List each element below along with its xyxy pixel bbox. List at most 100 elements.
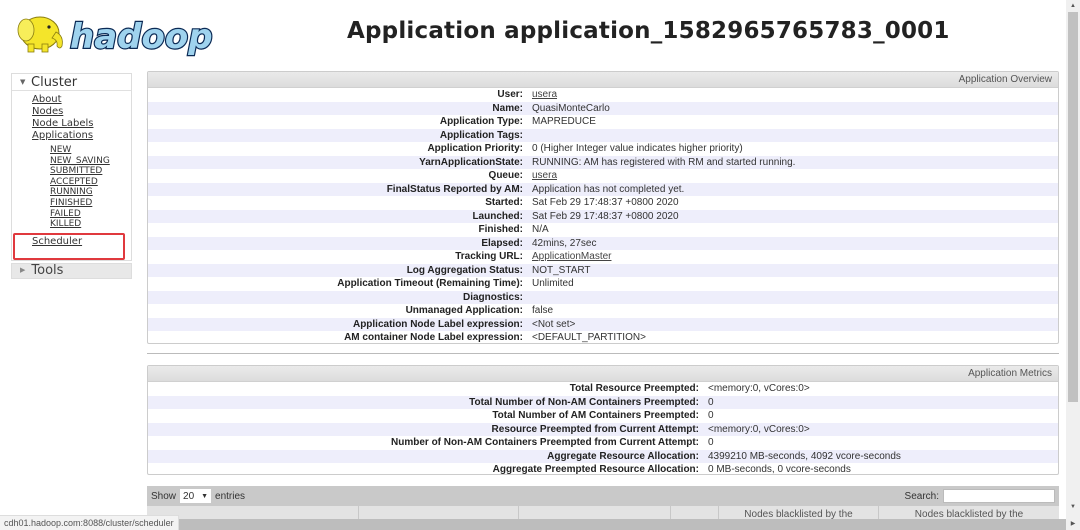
application-overview-panel: Application Overview User: usera Name: Quas… xyxy=(147,71,1059,344)
dropdown-arrow-icon: ▼ xyxy=(201,492,209,500)
info-value: Application has not completed yet. xyxy=(532,183,685,195)
info-value: NOT_START xyxy=(532,264,591,276)
page-header: hadoop Application application_158296576… xyxy=(0,0,1066,68)
sidebar: ▼ Cluster About Nodes Node Labels Applic… xyxy=(11,73,132,279)
info-key: Name: xyxy=(492,102,523,114)
info-value: <memory:0, vCores:0> xyxy=(708,423,810,435)
table-header-cell[interactable] xyxy=(671,506,719,519)
info-value: 0 xyxy=(708,437,714,448)
info-row: Number of Non-AM Containers Preempted fr… xyxy=(148,436,1058,450)
info-value: 0 xyxy=(708,410,714,421)
vertical-scrollbar[interactable]: ▲ ▼ xyxy=(1066,0,1080,530)
tools-header[interactable]: ▶ Tools xyxy=(11,262,132,279)
nav-state-new[interactable]: NEW xyxy=(50,145,131,156)
info-row: Application Type: MAPREDUCE xyxy=(148,115,1058,129)
page-length-value: 20 xyxy=(183,490,195,502)
attempts-table-header: Nodes blacklisted by the Nodes blacklist… xyxy=(147,506,1059,519)
info-key: Elapsed: xyxy=(481,237,523,249)
info-key: Queue: xyxy=(488,170,523,181)
info-row: Unmanaged Application: false xyxy=(148,304,1058,318)
info-row: User: usera xyxy=(148,88,1058,102)
nav-state-running[interactable]: RUNNING xyxy=(50,187,131,198)
info-value: N/A xyxy=(532,224,549,235)
info-row: Application Tags: xyxy=(148,128,1058,142)
table-header-cell[interactable] xyxy=(147,506,359,519)
info-key: YarnApplicationState: xyxy=(419,156,523,168)
info-value: 0 MB-seconds, 0 vcore-seconds xyxy=(708,464,851,475)
search-label: Search: xyxy=(904,490,939,502)
info-row: Aggregate Preempted Resource Allocation:… xyxy=(148,463,1058,477)
nav-node-labels[interactable]: Node Labels xyxy=(32,118,131,130)
info-row: Application Node Label expression: <Not s… xyxy=(148,317,1058,331)
table-header-cell[interactable] xyxy=(519,506,671,519)
nav-state-submitted[interactable]: SUBMITTED xyxy=(50,166,131,177)
scroll-right-icon[interactable]: ▶ xyxy=(1066,519,1080,530)
search-input[interactable] xyxy=(943,489,1055,503)
overview-caption: Application Overview xyxy=(148,72,1058,88)
info-key: Tracking URL: xyxy=(455,251,523,262)
info-key: Unmanaged Application: xyxy=(405,305,523,316)
info-key: Total Number of Non-AM Containers Preemp… xyxy=(469,396,699,408)
info-value: Unlimited xyxy=(532,278,574,289)
info-key: Finished: xyxy=(478,224,523,235)
info-row: Total Number of Non-AM Containers Preemp… xyxy=(148,395,1058,409)
info-key: Resource Preempted from Current Attempt: xyxy=(491,423,699,435)
entries-label: entries xyxy=(215,490,246,502)
info-key: Application Node Label expression: xyxy=(352,318,523,330)
nav-state-killed[interactable]: KILLED xyxy=(50,219,131,230)
table-controls: Show 20 ▼ entries Search: xyxy=(147,486,1059,506)
table-header-cell[interactable]: Nodes blacklisted by the xyxy=(879,506,1059,519)
elephant-icon xyxy=(17,16,63,53)
metrics-caption: Application Metrics xyxy=(148,366,1058,382)
info-value-link[interactable]: ApplicationMaster xyxy=(532,250,611,264)
info-value: <Not set> xyxy=(532,318,576,330)
info-key: AM container Node Label expression: xyxy=(344,332,523,343)
info-row: FinalStatus Reported by AM: Application h… xyxy=(148,182,1058,196)
tools-label: Tools xyxy=(31,263,64,279)
nav-nodes[interactable]: Nodes xyxy=(32,106,131,118)
info-row: Started: Sat Feb 29 17:48:37 +0800 2020 xyxy=(148,196,1058,210)
info-row: Resource Preempted from Current Attempt:… xyxy=(148,422,1058,436)
info-row: Launched: Sat Feb 29 17:48:37 +0800 2020 xyxy=(148,209,1058,223)
status-bar-url: cdh01.hadoop.com:8088/cluster/scheduler xyxy=(0,515,179,530)
hadoop-logo[interactable]: hadoop xyxy=(12,6,224,58)
info-value: Sat Feb 29 17:48:37 +0800 2020 xyxy=(532,210,679,222)
info-row: Diagnostics: xyxy=(148,290,1058,304)
nav-applications[interactable]: Applications xyxy=(32,130,131,142)
cluster-label: Cluster xyxy=(31,74,78,90)
info-key: Application Type: xyxy=(439,116,523,127)
app-states-list: NEW NEW_SAVING SUBMITTED ACCEPTED RUNNIN… xyxy=(32,142,131,230)
info-row: Total Resource Preempted: <memory:0, vCor… xyxy=(148,382,1058,396)
nav-state-accepted[interactable]: ACCEPTED xyxy=(50,177,131,188)
application-metrics-panel: Application Metrics Total Resource Preem… xyxy=(147,365,1059,475)
info-row: Queue: usera xyxy=(148,169,1058,183)
info-row: Name: QuasiMonteCarlo xyxy=(148,101,1058,115)
page-title: Application application_1582965765783_00… xyxy=(347,18,950,44)
page-length-select[interactable]: 20 ▼ xyxy=(180,489,212,503)
nav-state-new-saving[interactable]: NEW_SAVING xyxy=(50,156,131,167)
cluster-header[interactable]: ▼ Cluster xyxy=(12,74,131,91)
info-value: <DEFAULT_PARTITION> xyxy=(532,332,646,343)
info-key: Number of Non-AM Containers Preempted fr… xyxy=(391,437,699,448)
info-key: Log Aggregation Status: xyxy=(406,264,523,276)
info-value-link[interactable]: usera xyxy=(532,88,557,102)
info-key: Application Timeout (Remaining Time): xyxy=(337,278,523,289)
nav-scheduler[interactable]: Scheduler xyxy=(32,236,131,248)
info-value-link[interactable]: usera xyxy=(532,169,557,183)
info-key: FinalStatus Reported by AM: xyxy=(386,183,523,195)
nav-about[interactable]: About xyxy=(32,94,131,106)
scroll-up-icon[interactable]: ▲ xyxy=(1066,1,1080,11)
scroll-down-icon[interactable]: ▼ xyxy=(1066,502,1080,512)
info-row: Application Priority: 0 (Higher Integer v… xyxy=(148,142,1058,156)
table-header-cell[interactable] xyxy=(359,506,519,519)
table-header-cell[interactable]: Nodes blacklisted by the xyxy=(719,506,879,519)
info-value: RUNNING: AM has registered with RM and s… xyxy=(532,156,796,168)
nav-state-failed[interactable]: FAILED xyxy=(50,209,131,220)
info-row: Tracking URL: ApplicationMaster xyxy=(148,250,1058,264)
scrollbar-thumb[interactable] xyxy=(1068,12,1078,402)
info-key: Application Tags: xyxy=(439,129,523,141)
info-row: YarnApplicationState: RUNNING: AM has reg… xyxy=(148,155,1058,169)
nav-state-finished[interactable]: FINISHED xyxy=(50,198,131,209)
info-row: Finished: N/A xyxy=(148,223,1058,237)
info-row: Total Number of AM Containers Preempted:… xyxy=(148,409,1058,423)
